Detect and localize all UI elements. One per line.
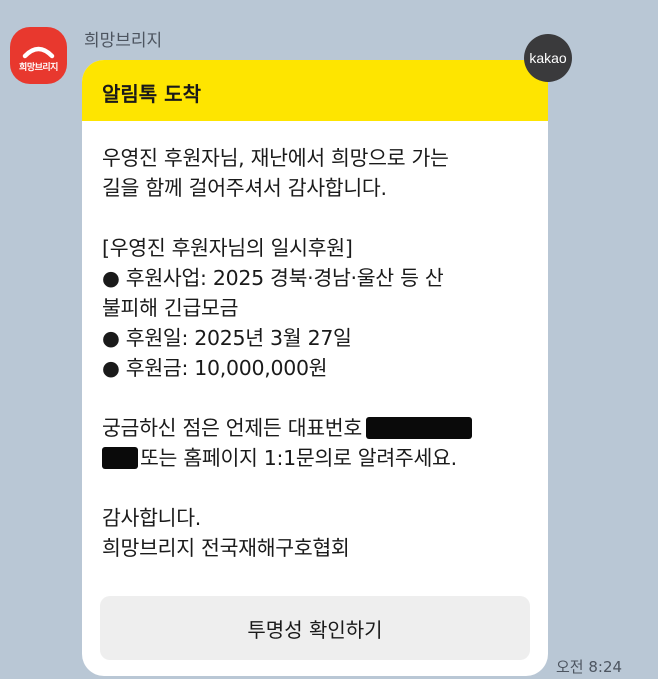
message-line: 길을 함께 걸어주셔서 감사합니다. bbox=[102, 176, 387, 200]
message-line: ● 후원금: 10,000,000원 bbox=[102, 356, 328, 380]
message-bubble: 알림톡 도착 우영진 후원자님, 재난에서 희망으로 가는 길을 함께 걸어주셔… bbox=[82, 60, 548, 676]
message-line-text: 궁금하신 점은 언제든 대표번호 bbox=[102, 416, 362, 440]
message-header: 알림톡 도착 bbox=[82, 60, 548, 121]
sender-name: 희망브리지 bbox=[84, 31, 163, 51]
kakao-channel-badge[interactable]: kakao bbox=[524, 34, 572, 82]
message-line: 감사합니다. bbox=[102, 506, 202, 530]
redacted-phone-number bbox=[365, 417, 472, 439]
message-line-with-redaction: 또는 홈페이지 1:1문의로 알려주세요. bbox=[102, 443, 542, 473]
message-line: ● 후원일: 2025년 3월 27일 bbox=[102, 326, 352, 350]
message-line: 불피해 긴급모금 bbox=[102, 296, 239, 320]
message-header-title: 알림톡 도착 bbox=[102, 82, 201, 106]
message-line-text: 또는 홈페이지 1:1문의로 알려주세요. bbox=[140, 446, 457, 470]
transparency-check-button[interactable]: 투명성 확인하기 bbox=[100, 596, 530, 660]
bridge-logo-icon bbox=[22, 46, 55, 59]
message-body: 우영진 후원자님, 재난에서 희망으로 가는 길을 함께 걸어주셔서 감사합니다… bbox=[102, 143, 542, 563]
message-line: 희망브리지 전국재해구호협회 bbox=[102, 536, 350, 560]
message-line-with-redaction: 궁금하신 점은 언제든 대표번호 bbox=[102, 413, 542, 443]
message-timestamp: 오전 8:24 bbox=[556, 658, 623, 676]
sender-avatar[interactable]: 희망브리지 bbox=[10, 27, 67, 84]
message-line: 우영진 후원자님, 재난에서 희망으로 가는 bbox=[102, 146, 449, 170]
message-line: ● 후원사업: 2025 경북·경남·울산 등 산 bbox=[102, 266, 444, 290]
redacted-phone-number-continued bbox=[102, 447, 138, 469]
avatar-label: 희망브리지 bbox=[19, 63, 58, 73]
message-line: [우영진 후원자님의 일시후원] bbox=[102, 236, 353, 260]
